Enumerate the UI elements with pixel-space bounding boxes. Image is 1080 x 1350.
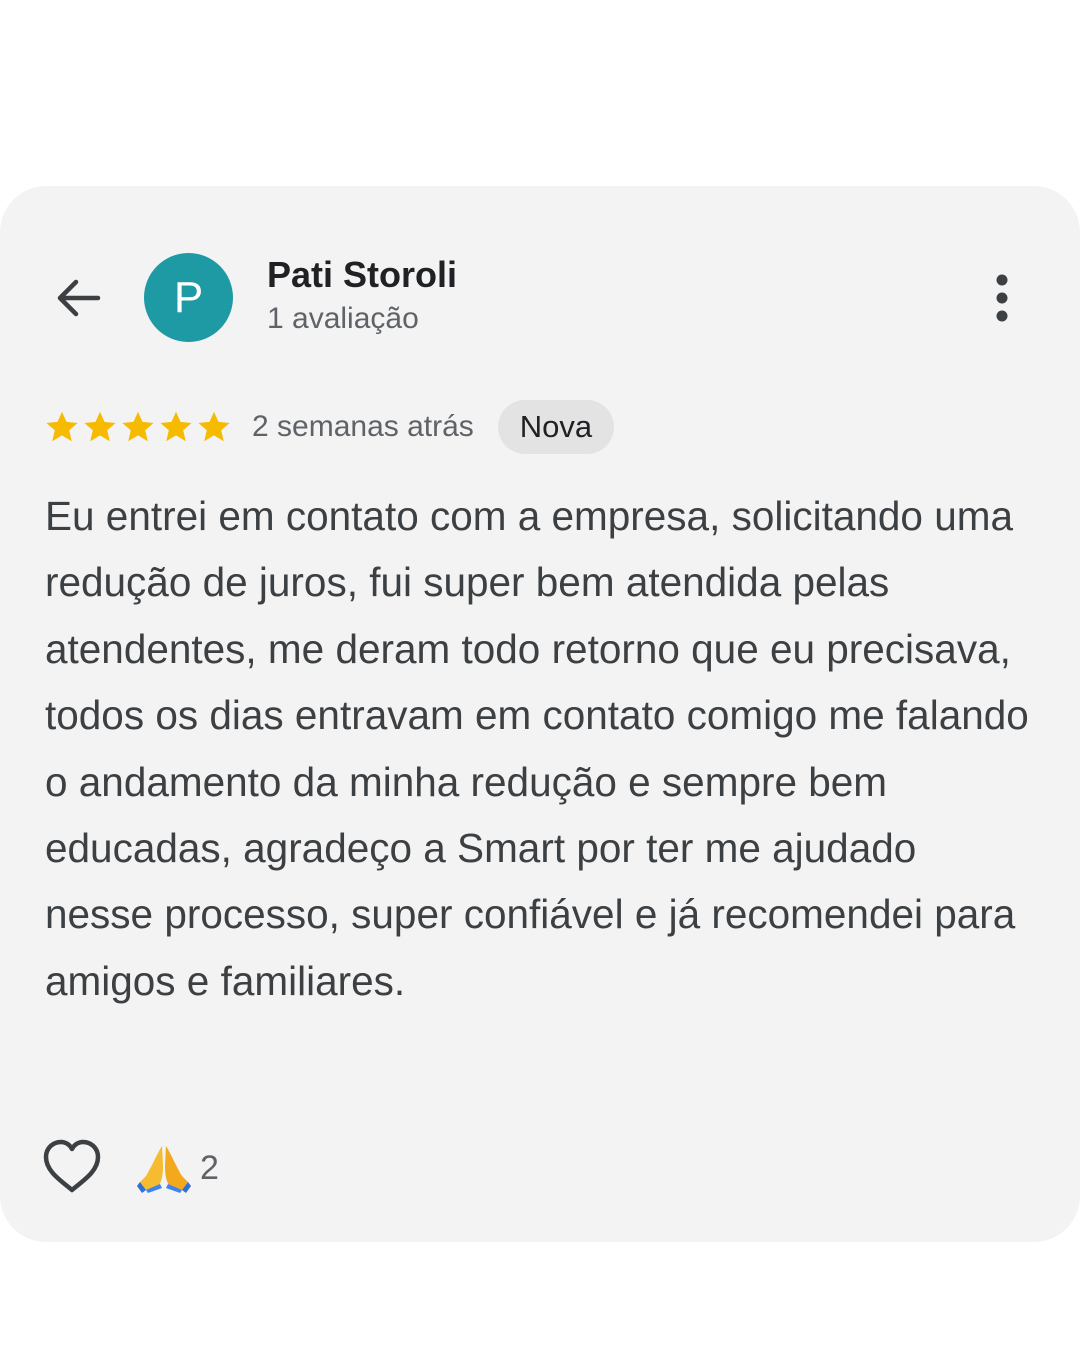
star-icon [44,409,80,445]
like-button[interactable] [42,1138,102,1196]
folded-hands-icon [136,1142,192,1194]
avatar[interactable]: P [144,253,233,342]
reviewer-review-count: 1 avaliação [267,302,419,335]
avatar-letter: P [173,272,204,322]
star-icon [82,409,118,445]
star-rating [44,409,232,445]
back-button[interactable] [50,270,106,326]
heart-outline-icon [43,1139,101,1193]
review-text: Eu entrei em contato com a empresa, soli… [45,493,1029,1004]
rating-row: 2 semanas atrás Nova [44,400,615,454]
reaction-count: 2 [200,1148,219,1187]
new-badge: Nova [497,400,615,454]
reaction-chip[interactable]: 2 [136,1140,219,1196]
star-icon [120,409,156,445]
more-vert-icon [996,274,1008,322]
star-icon [196,409,232,445]
arrow-back-icon [57,279,101,317]
more-options-button[interactable] [980,268,1024,328]
star-icon [158,409,194,445]
reviewer-name[interactable]: Pati Storoli [267,254,457,296]
review-time: 2 semanas atrás [252,410,474,443]
